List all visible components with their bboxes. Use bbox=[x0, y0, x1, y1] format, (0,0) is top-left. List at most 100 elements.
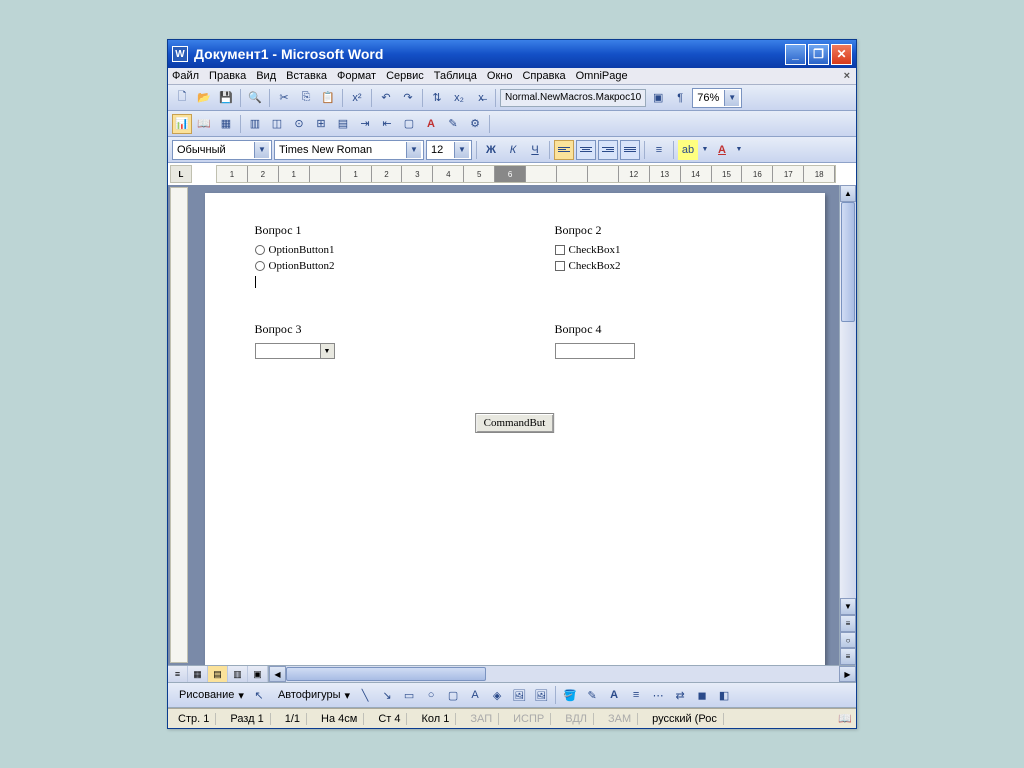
hscroll-track[interactable] bbox=[286, 666, 839, 682]
outline-view-button[interactable]: ▥ bbox=[228, 666, 248, 682]
status-trk[interactable]: ИСПР bbox=[507, 713, 551, 725]
undo-icon[interactable]: ↶ bbox=[376, 88, 396, 108]
reading-view-button[interactable]: ▣ bbox=[248, 666, 268, 682]
font-combo[interactable]: Times New Roman ▼ bbox=[274, 140, 424, 160]
checkbox-2[interactable]: CheckBox2 bbox=[555, 260, 775, 272]
font-size-combo[interactable]: 12 ▼ bbox=[426, 140, 472, 160]
bold-button[interactable]: Ж bbox=[481, 140, 501, 160]
menu-help[interactable]: Справка bbox=[522, 70, 565, 82]
horizontal-ruler[interactable]: 121 12 345 6 121314 151617 18 bbox=[216, 165, 836, 183]
fill-color-icon[interactable]: 🪣 bbox=[560, 685, 580, 705]
3d-icon[interactable]: ◧ bbox=[714, 685, 734, 705]
zoom-icon[interactable]: ⊙ bbox=[289, 114, 309, 134]
menu-view[interactable]: Вид bbox=[256, 70, 276, 82]
macro-name-box[interactable]: Normal.NewMacros.Макрос10 bbox=[500, 89, 646, 107]
picture-icon[interactable]: 🖼 bbox=[531, 685, 551, 705]
autoshapes-menu[interactable]: Автофигуры▾ bbox=[271, 688, 353, 703]
chevron-down-icon[interactable]: ▼ bbox=[700, 140, 710, 160]
italic-button[interactable]: К bbox=[503, 140, 523, 160]
decrease-indent-icon[interactable]: ⇤ bbox=[377, 114, 397, 134]
document-scroll-area[interactable]: Вопрос 1 OptionButton1 OptionButton2 Воп… bbox=[190, 185, 839, 665]
font-color-button[interactable]: A bbox=[712, 140, 732, 160]
redo-icon[interactable]: ↷ bbox=[398, 88, 418, 108]
dash-style-icon[interactable]: ⋯ bbox=[648, 685, 668, 705]
sort-icon[interactable]: ⇅ bbox=[427, 88, 447, 108]
spell-check-icon[interactable]: 📖 bbox=[838, 712, 852, 725]
option-button-1[interactable]: OptionButton1 bbox=[255, 244, 475, 256]
print-view-button[interactable]: ▤ bbox=[208, 666, 228, 682]
checkbox-1[interactable]: CheckBox1 bbox=[555, 244, 775, 256]
line-icon[interactable]: ╲ bbox=[355, 685, 375, 705]
arrow-style-icon[interactable]: ⇄ bbox=[670, 685, 690, 705]
hscroll-thumb[interactable] bbox=[286, 667, 486, 681]
minimize-button[interactable]: _ bbox=[785, 44, 806, 65]
outline-icon[interactable]: ▤ bbox=[333, 114, 353, 134]
align-left-button[interactable] bbox=[554, 140, 574, 160]
superscript-icon[interactable]: x² bbox=[347, 88, 367, 108]
chevron-down-icon[interactable]: ▼ bbox=[734, 140, 744, 160]
stop-macro-icon[interactable]: ▣ bbox=[648, 88, 668, 108]
select-objects-icon[interactable]: ↖ bbox=[249, 685, 269, 705]
align-right-button[interactable] bbox=[598, 140, 618, 160]
align-justify-button[interactable] bbox=[620, 140, 640, 160]
menu-insert[interactable]: Вставка bbox=[286, 70, 327, 82]
shadow-icon[interactable]: ◼ bbox=[692, 685, 712, 705]
subscript-icon[interactable]: x₂ bbox=[449, 88, 469, 108]
menu-table[interactable]: Таблица bbox=[434, 70, 477, 82]
font-color-icon[interactable]: A bbox=[421, 114, 441, 134]
scroll-left-icon[interactable]: ◀ bbox=[269, 666, 286, 682]
scroll-track[interactable] bbox=[840, 202, 856, 598]
status-ovr[interactable]: ЗАМ bbox=[602, 713, 638, 725]
line-color-icon[interactable]: ✎ bbox=[582, 685, 602, 705]
wordart-icon[interactable]: A bbox=[465, 685, 485, 705]
document-map-icon[interactable]: ◫ bbox=[267, 114, 287, 134]
arrow-icon[interactable]: ↘ bbox=[377, 685, 397, 705]
rectangle-icon[interactable]: ▭ bbox=[399, 685, 419, 705]
print-preview-icon[interactable]: 🔍 bbox=[245, 88, 265, 108]
status-lang[interactable]: русский (Рос bbox=[646, 713, 724, 725]
clipart-icon[interactable]: 🖼 bbox=[509, 685, 529, 705]
line-spacing-icon[interactable]: ≡ bbox=[649, 140, 669, 160]
paragraph-marks-icon[interactable]: ¶ bbox=[670, 88, 690, 108]
menu-edit[interactable]: Правка bbox=[209, 70, 246, 82]
chart-icon[interactable]: 📊 bbox=[172, 114, 192, 134]
strikethrough-icon[interactable]: x̶ bbox=[471, 88, 491, 108]
underline-button[interactable]: Ч bbox=[525, 140, 545, 160]
columns-icon[interactable]: ▥ bbox=[245, 114, 265, 134]
browse-object-icon[interactable]: ○ bbox=[840, 632, 856, 649]
menu-tools[interactable]: Сервис bbox=[386, 70, 424, 82]
combobox-field[interactable]: ▼ bbox=[255, 343, 335, 359]
textbox-icon[interactable]: ▢ bbox=[443, 685, 463, 705]
oval-icon[interactable]: ○ bbox=[421, 685, 441, 705]
new-doc-icon[interactable]: 🗋 bbox=[172, 88, 192, 108]
research-icon[interactable]: 📖 bbox=[194, 114, 214, 134]
scroll-down-icon[interactable]: ▼ bbox=[840, 598, 856, 615]
menu-window[interactable]: Окно bbox=[487, 70, 513, 82]
font-color-draw-icon[interactable]: A bbox=[604, 685, 624, 705]
option-button-2[interactable]: OptionButton2 bbox=[255, 260, 475, 272]
textbox-field[interactable] bbox=[555, 343, 635, 359]
line-style-icon[interactable]: ≡ bbox=[626, 685, 646, 705]
save-icon[interactable]: 💾 bbox=[216, 88, 236, 108]
zoom-combo[interactable]: 76% ▼ bbox=[692, 88, 742, 108]
menu-file[interactable]: Файл bbox=[172, 70, 199, 82]
menu-format[interactable]: Формат bbox=[337, 70, 376, 82]
scroll-up-icon[interactable]: ▲ bbox=[840, 185, 856, 202]
browse-prev-icon[interactable]: ≡ bbox=[840, 615, 856, 632]
vertical-scrollbar[interactable]: ▲ ▼ ≡ ○ ≡ bbox=[839, 185, 856, 665]
paste-icon[interactable]: 📋 bbox=[318, 88, 338, 108]
normal-view-button[interactable]: ≡ bbox=[168, 666, 188, 682]
style-combo[interactable]: Обычный ▼ bbox=[172, 140, 272, 160]
command-button[interactable]: CommandBut bbox=[475, 413, 555, 433]
scroll-thumb[interactable] bbox=[841, 202, 855, 322]
document-page[interactable]: Вопрос 1 OptionButton1 OptionButton2 Воп… bbox=[205, 193, 825, 665]
highlight-color-icon[interactable]: ab bbox=[678, 140, 698, 160]
scroll-right-icon[interactable]: ▶ bbox=[839, 666, 856, 682]
browse-next-icon[interactable]: ≡ bbox=[840, 648, 856, 665]
table-icon[interactable]: ▦ bbox=[216, 114, 236, 134]
close-button[interactable]: ✕ bbox=[831, 44, 852, 65]
grid-icon[interactable]: ⊞ bbox=[311, 114, 331, 134]
copy-icon[interactable]: ⎘ bbox=[296, 88, 316, 108]
drawing-menu[interactable]: Рисование▾ bbox=[172, 688, 247, 703]
tools-icon[interactable]: ⚙ bbox=[465, 114, 485, 134]
